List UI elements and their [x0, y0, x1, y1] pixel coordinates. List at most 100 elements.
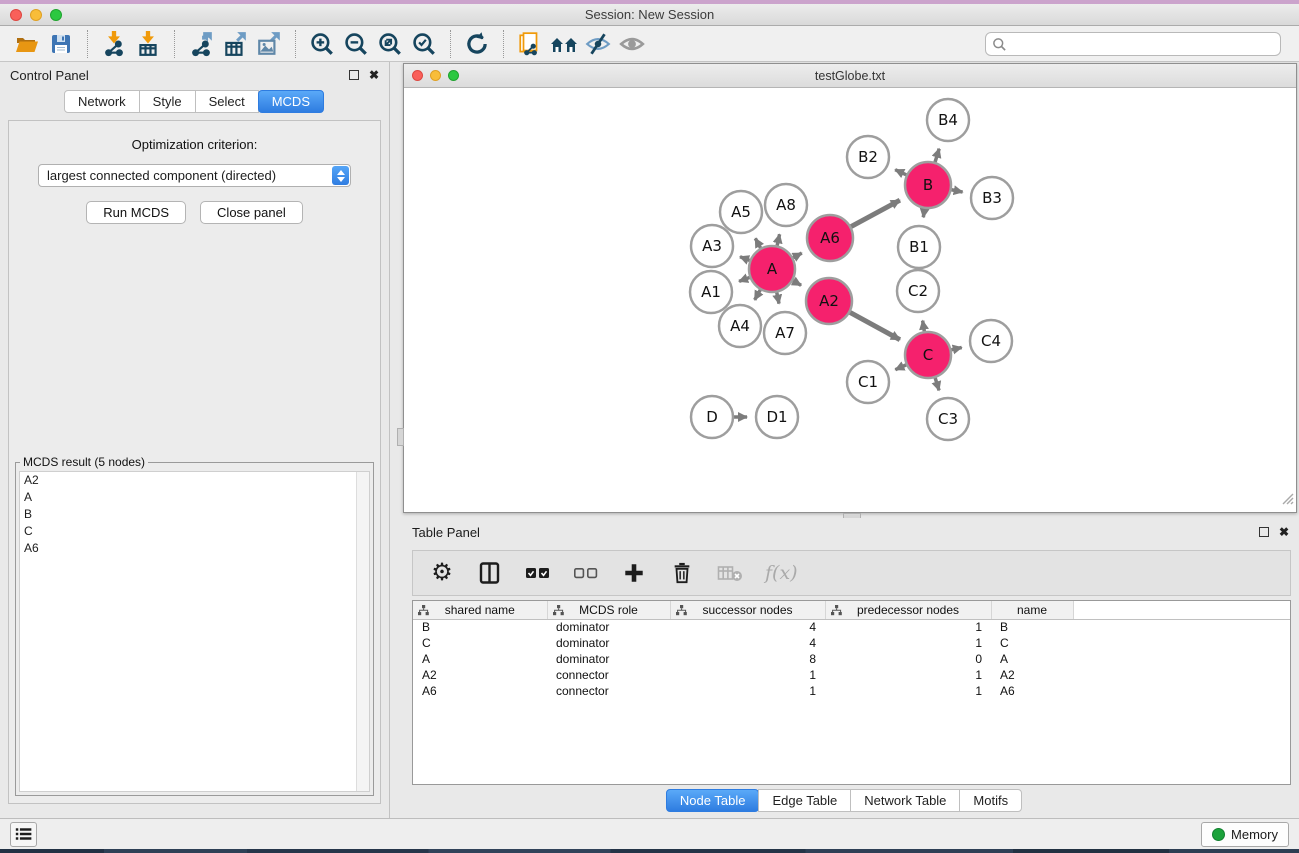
float-panel-icon[interactable]: [349, 70, 359, 80]
graph-node-B[interactable]: B: [905, 162, 951, 208]
open-session-icon[interactable]: [10, 29, 44, 59]
task-history-button[interactable]: [10, 822, 37, 847]
edge-B-B1[interactable]: [923, 209, 924, 218]
edge-A-A4[interactable]: [755, 290, 761, 300]
graph-node-A5[interactable]: A5: [720, 191, 762, 233]
float-table-panel-icon[interactable]: [1259, 527, 1269, 537]
delete-icon[interactable]: [669, 560, 695, 586]
table-cell[interactable]: C: [413, 635, 547, 651]
graph-node-B3[interactable]: B3: [971, 177, 1013, 219]
mcds-result-list[interactable]: A2ABCA6: [19, 471, 370, 792]
edge-A2-C[interactable]: [850, 312, 900, 339]
select-all-icon[interactable]: [525, 560, 551, 586]
table-cell[interactable]: 1: [670, 683, 825, 699]
import-network-icon[interactable]: [97, 29, 131, 59]
graph-node-D[interactable]: D: [691, 396, 733, 438]
close-panel-button[interactable]: Close panel: [200, 201, 303, 224]
tab-edge-table[interactable]: Edge Table: [758, 789, 851, 812]
edge-A-A7[interactable]: [777, 293, 779, 304]
zoom-out-icon[interactable]: [339, 29, 373, 59]
graph-node-B2[interactable]: B2: [847, 136, 889, 178]
column-header-predecessor-nodes[interactable]: predecessor nodes: [825, 601, 991, 619]
graph-node-B1[interactable]: B1: [898, 226, 940, 268]
network-canvas[interactable]: B4B2BB3A5A8A6B1A3AA1C2A2A4A7C4CC1C3DD1: [404, 88, 1296, 512]
graph-node-D1[interactable]: D1: [756, 396, 798, 438]
result-item[interactable]: C: [20, 523, 369, 540]
table-row[interactable]: A6connector11A6: [413, 683, 1290, 699]
table-cell[interactable]: A: [413, 651, 547, 667]
graph-node-C1[interactable]: C1: [847, 361, 889, 403]
zoom-selected-icon[interactable]: [407, 29, 441, 59]
export-table-icon[interactable]: [218, 29, 252, 59]
table-cell[interactable]: 1: [825, 683, 991, 699]
table-row[interactable]: Bdominator41B: [413, 619, 1290, 635]
network-graph[interactable]: B4B2BB3A5A8A6B1A3AA1C2A2A4A7C4CC1C3DD1: [404, 88, 1296, 512]
refresh-icon[interactable]: [460, 29, 494, 59]
result-item[interactable]: A6: [20, 540, 369, 557]
table-cell[interactable]: A6: [991, 683, 1073, 699]
tab-select[interactable]: Select: [195, 90, 259, 113]
table-cell[interactable]: 4: [670, 635, 825, 651]
table-row[interactable]: Adominator80A: [413, 651, 1290, 667]
graph-node-A[interactable]: A: [749, 246, 795, 292]
criterion-select[interactable]: largest connected component (directed): [38, 164, 351, 187]
graph-node-A6[interactable]: A6: [807, 215, 853, 261]
table-cell[interactable]: B: [413, 619, 547, 635]
home-icon[interactable]: [547, 29, 581, 59]
run-mcds-button[interactable]: Run MCDS: [86, 201, 186, 224]
zoom-in-icon[interactable]: [305, 29, 339, 59]
column-header-shared-name[interactable]: shared name: [413, 601, 547, 619]
edge-A-A6[interactable]: [793, 253, 802, 258]
column-header-name[interactable]: name: [991, 601, 1073, 619]
table-cell[interactable]: connector: [547, 683, 670, 699]
tab-node-table[interactable]: Node Table: [666, 789, 760, 812]
close-table-panel-icon[interactable]: ✖: [1279, 527, 1289, 537]
table-cell[interactable]: 1: [825, 667, 991, 683]
column-header-mcds-role[interactable]: MCDS role: [547, 601, 670, 619]
table-cell[interactable]: 1: [825, 619, 991, 635]
table-cell[interactable]: C: [991, 635, 1073, 651]
import-table-icon[interactable]: [131, 29, 165, 59]
result-item[interactable]: A2: [20, 472, 369, 489]
tab-network-table[interactable]: Network Table: [850, 789, 960, 812]
network-window-titlebar[interactable]: testGlobe.txt: [404, 64, 1296, 88]
graph-node-C2[interactable]: C2: [897, 270, 939, 312]
pane-divider-handle[interactable]: [397, 428, 404, 446]
table-cell[interactable]: connector: [547, 667, 670, 683]
table-cell[interactable]: dominator: [547, 651, 670, 667]
edge-A-A1[interactable]: [739, 277, 749, 281]
tab-motifs[interactable]: Motifs: [959, 789, 1022, 812]
network-from-file-icon[interactable]: [513, 29, 547, 59]
graph-node-A7[interactable]: A7: [764, 312, 806, 354]
tab-network[interactable]: Network: [64, 90, 140, 113]
edge-C-C4[interactable]: [951, 348, 961, 350]
result-scrollbar[interactable]: [356, 472, 369, 791]
table-cell[interactable]: B: [991, 619, 1073, 635]
tab-mcds[interactable]: MCDS: [258, 90, 324, 113]
edge-B-B4[interactable]: [935, 149, 939, 162]
table-cell[interactable]: 4: [670, 619, 825, 635]
export-network-icon[interactable]: [184, 29, 218, 59]
tab-style[interactable]: Style: [139, 90, 196, 113]
hide-graphics-icon[interactable]: [581, 29, 615, 59]
graph-node-A4[interactable]: A4: [719, 305, 761, 347]
table-cell[interactable]: 0: [825, 651, 991, 667]
table-cell[interactable]: 1: [670, 667, 825, 683]
export-image-icon[interactable]: [252, 29, 286, 59]
table-cell[interactable]: dominator: [547, 635, 670, 651]
table-cell[interactable]: 1: [825, 635, 991, 651]
table-cell[interactable]: A2: [991, 667, 1073, 683]
column-header-successor-nodes[interactable]: successor nodes: [670, 601, 825, 619]
close-panel-icon[interactable]: ✖: [369, 70, 379, 80]
table-row[interactable]: Cdominator41C: [413, 635, 1290, 651]
search-input[interactable]: [985, 32, 1281, 56]
edge-C-C2[interactable]: [923, 321, 925, 332]
table-cell[interactable]: 8: [670, 651, 825, 667]
table-cell[interactable]: dominator: [547, 619, 670, 635]
save-session-icon[interactable]: [44, 29, 78, 59]
zoom-fit-icon[interactable]: [373, 29, 407, 59]
memory-button[interactable]: Memory: [1201, 822, 1289, 847]
edge-B-B2[interactable]: [895, 170, 906, 175]
graph-node-C4[interactable]: C4: [970, 320, 1012, 362]
graph-node-B4[interactable]: B4: [927, 99, 969, 141]
